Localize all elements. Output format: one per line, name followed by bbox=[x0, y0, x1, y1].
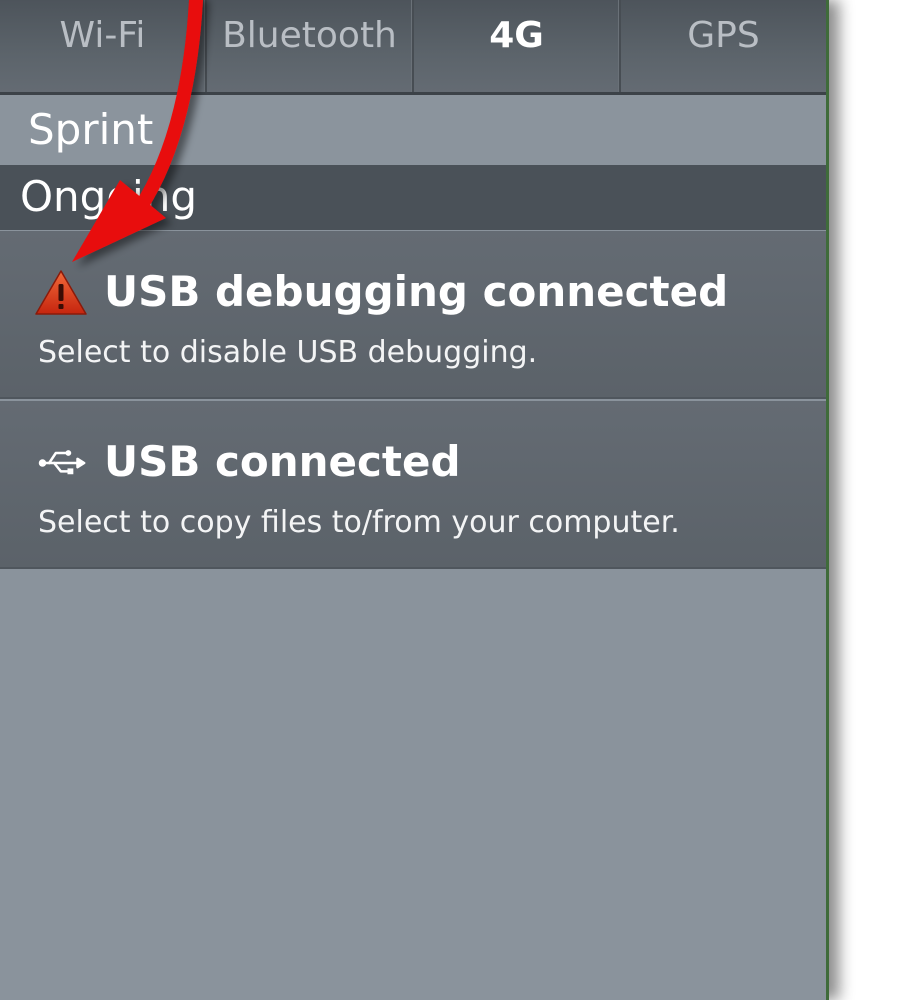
ongoing-section-header: Ongoing bbox=[0, 165, 826, 230]
notification-title: USB connected bbox=[104, 437, 461, 486]
notification-title: USB debugging connected bbox=[104, 267, 729, 316]
notification-usb-connected[interactable]: USB connected Select to copy files to/fr… bbox=[0, 401, 826, 569]
carrier-label: Sprint bbox=[28, 105, 154, 154]
toggle-bluetooth[interactable]: Bluetooth bbox=[207, 0, 414, 92]
notification-subtitle: Select to copy files to/from your comput… bbox=[38, 505, 680, 540]
notification-usb-debugging[interactable]: USB debugging connected Select to disabl… bbox=[0, 231, 826, 399]
toggle-gps[interactable]: GPS bbox=[621, 0, 826, 92]
notification-shade: Wi-Fi Bluetooth 4G GPS Sprint Ongoing US… bbox=[0, 0, 829, 1000]
carrier-row: Sprint bbox=[0, 95, 826, 165]
warning-icon bbox=[35, 270, 87, 315]
toggle-4g[interactable]: 4G bbox=[414, 0, 621, 92]
quick-toggle-bar: Wi-Fi Bluetooth 4G GPS bbox=[0, 0, 826, 95]
notification-subtitle: Select to disable USB debugging. bbox=[38, 335, 538, 370]
usb-icon bbox=[38, 450, 86, 475]
section-header-label: Ongoing bbox=[20, 172, 197, 221]
empty-notification-area bbox=[0, 571, 826, 1000]
toggle-wifi[interactable]: Wi-Fi bbox=[0, 0, 207, 92]
